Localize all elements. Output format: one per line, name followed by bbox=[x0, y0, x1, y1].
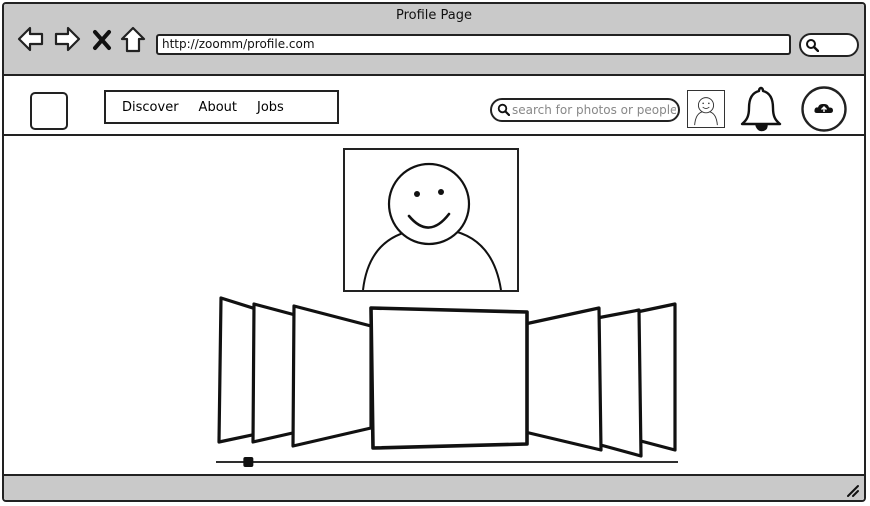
address-bar[interactable]: http://zoomm/profile.com bbox=[156, 34, 791, 55]
carousel-item-right-1[interactable] bbox=[523, 306, 603, 452]
home-icon[interactable] bbox=[118, 24, 148, 54]
forward-arrow-icon[interactable] bbox=[52, 24, 82, 54]
status-bar bbox=[4, 474, 864, 500]
search-input[interactable] bbox=[512, 101, 676, 119]
close-icon[interactable] bbox=[90, 24, 114, 54]
photo-carousel bbox=[217, 296, 677, 458]
carousel-item-left-1[interactable] bbox=[291, 304, 373, 448]
carousel-item-right-3[interactable] bbox=[635, 302, 677, 452]
cloud-upload-icon[interactable] bbox=[801, 86, 847, 132]
nav-item-jobs[interactable]: Jobs bbox=[257, 100, 284, 115]
back-arrow-icon[interactable] bbox=[16, 24, 46, 54]
slider-thumb[interactable] bbox=[243, 457, 254, 467]
browser-search-field[interactable] bbox=[799, 33, 859, 57]
bell-icon[interactable] bbox=[738, 84, 784, 134]
search-icon bbox=[806, 39, 819, 52]
browser-toolbar: Profile Page http://zoomm/profile.com bbox=[4, 4, 864, 76]
user-avatar-icon[interactable] bbox=[687, 90, 725, 128]
person-placeholder-icon bbox=[362, 162, 502, 290]
window-title: Profile Page bbox=[395, 8, 473, 23]
people-search bbox=[490, 98, 680, 122]
nav-item-discover[interactable]: Discover bbox=[122, 100, 179, 115]
carousel-item-center[interactable] bbox=[369, 306, 529, 450]
carousel-item-right-2[interactable] bbox=[595, 308, 643, 458]
browser-window: Profile Page http://zoomm/profile.com Di… bbox=[2, 2, 866, 502]
main-nav: Discover About Jobs bbox=[104, 90, 339, 124]
profile-photo bbox=[343, 148, 519, 292]
nav-item-about[interactable]: About bbox=[199, 100, 237, 115]
resize-grip-icon[interactable] bbox=[844, 482, 860, 498]
app-header: Discover About Jobs bbox=[4, 76, 864, 136]
search-icon bbox=[497, 103, 510, 116]
logo[interactable] bbox=[30, 92, 68, 130]
carousel-slider[interactable] bbox=[214, 454, 680, 468]
